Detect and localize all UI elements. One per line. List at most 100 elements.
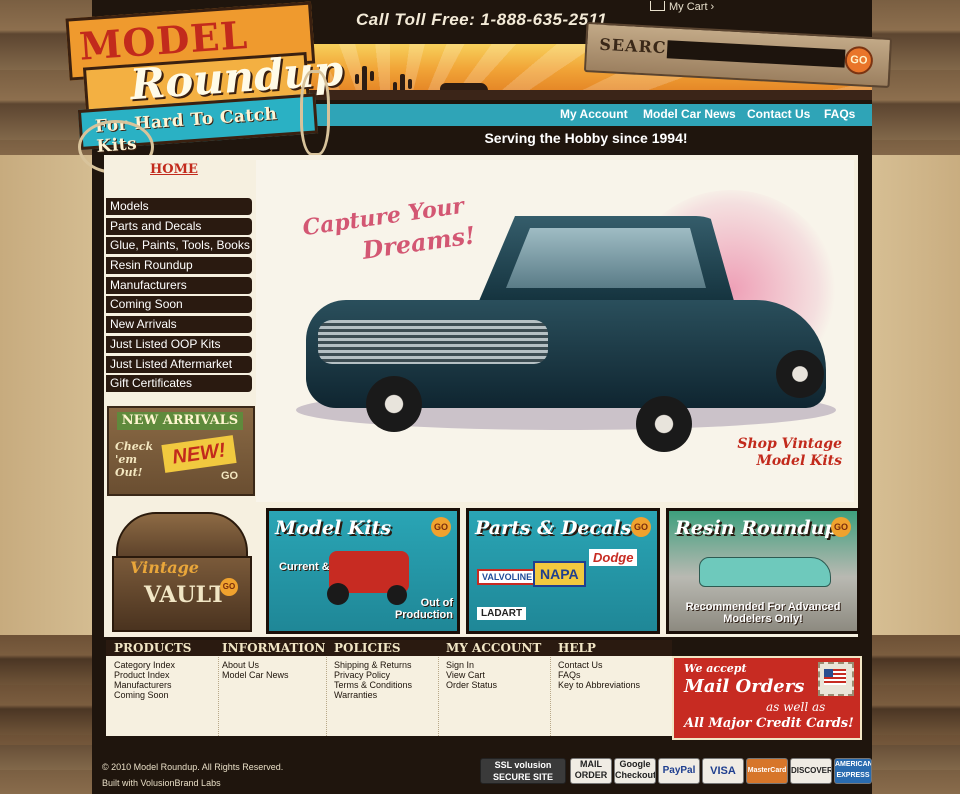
footer-link[interactable]: Shipping & Returns (326, 660, 438, 670)
brand-ladart: LADART (477, 607, 527, 620)
cart-icon (650, 1, 665, 11)
copyright: © 2010 Model Roundup. All Rights Reserve… (102, 762, 284, 772)
footer-link[interactable]: Order Status (438, 680, 550, 690)
wheel-icon (366, 376, 422, 432)
amex-badge: AMERICAN EXPRESS (834, 758, 872, 784)
sidebar-item-parts-decals[interactable]: Parts and Decals (106, 217, 252, 235)
footer-link[interactable]: Category Index (106, 660, 218, 670)
brand-dodge: Dodge (589, 549, 638, 566)
shop-vintage-link[interactable]: Shop Vintage Model Kits (726, 436, 842, 470)
hero-banner[interactable]: Capture Your Dreams! Shop Vintage Model … (256, 160, 854, 502)
cactus-icon (355, 66, 374, 92)
footer-col-help: HELP Contact Us FAQs Key to Abbreviation… (550, 640, 672, 736)
new-arrivals-check: Check 'em Out! (115, 440, 154, 479)
footer-link[interactable]: Key to Abbreviations (550, 680, 672, 690)
footer-col-products: PRODUCTS Category Index Product Index Ma… (106, 640, 219, 736)
mastercard-badge: MasterCard (746, 758, 788, 784)
footer-heading: HELP (550, 640, 672, 656)
model-kits-go-badge: GO (431, 517, 451, 537)
resin-sub: Recommended For Advanced Modelers Only! (685, 601, 841, 625)
new-arrivals-title: NEW ARRIVALS (117, 412, 243, 430)
sidebar-item-gift-certificates[interactable]: Gift Certificates (106, 375, 252, 393)
top-nav: My Account Model Car News Contact Us FAQ… (300, 104, 872, 126)
tagline: Serving the Hobby since 1994! (484, 130, 688, 146)
sidebar-item-coming-soon[interactable]: Coming Soon (106, 296, 252, 314)
new-badge: NEW! (161, 435, 237, 473)
sidebar-item-oop-kits[interactable]: Just Listed OOP Kits (106, 335, 252, 353)
footer-heading: INFORMATION (214, 640, 326, 656)
vintage-vault-tile[interactable]: Vintage VAULT GO (112, 512, 252, 632)
nav-my-account[interactable]: My Account (560, 107, 628, 121)
vault-label-2: VAULT (144, 582, 226, 608)
sidebar-item-resin-roundup[interactable]: Resin Roundup (106, 257, 252, 275)
brand-valvoline: VALVOLINE (477, 569, 538, 585)
footer-links: PRODUCTS Category Index Product Index Ma… (106, 640, 672, 736)
model-kits-sub2: Out of Production (394, 597, 453, 621)
car-grille (318, 320, 548, 364)
footer-link[interactable]: Contact Us (550, 660, 672, 670)
mail-line1: We accept (684, 662, 747, 675)
sidebar-item-new-arrivals[interactable]: New Arrivals (106, 316, 252, 334)
sidebar-item-glue-paints[interactable]: Glue, Paints, Tools, Books (106, 237, 252, 255)
new-arrivals-banner[interactable]: NEW ARRIVALS Check 'em Out! NEW! GO (107, 406, 255, 496)
footer-link[interactable]: FAQs (550, 670, 672, 680)
mail-line2: Mail Orders (684, 676, 805, 697)
footer-heading: PRODUCTS (106, 640, 218, 656)
resin-roundup-title: Resin Roundup (675, 517, 838, 539)
model-kits-sub1: Current & (279, 561, 330, 573)
discover-badge: DISCOVER (790, 758, 832, 784)
built-with-link[interactable]: Built with VolusionBrand Labs (102, 778, 221, 788)
wheel-icon (636, 396, 692, 452)
footer-link[interactable]: Coming Soon (106, 690, 218, 700)
resin-go-badge: GO (831, 517, 851, 537)
footer-heading: MY ACCOUNT (438, 640, 550, 656)
footer-link[interactable]: View Cart (438, 670, 550, 680)
model-kits-title: Model Kits (275, 517, 392, 539)
parts-go-badge: GO (631, 517, 651, 537)
footer-link[interactable]: Sign In (438, 660, 550, 670)
nav-model-car-news[interactable]: Model Car News (643, 107, 736, 121)
footer-link[interactable]: Privacy Policy (326, 670, 438, 680)
resin-car-image (699, 557, 831, 587)
rope-decoration (300, 70, 330, 156)
model-kits-tile[interactable]: Model Kits GO Current & Out of Productio… (266, 508, 460, 634)
wheel-icon (327, 583, 349, 605)
search-go-button[interactable]: GO (844, 45, 874, 76)
mail-line3: as well as (766, 700, 826, 714)
flag-stamp-icon (818, 662, 854, 696)
visa-badge: VISA (702, 758, 744, 784)
nav-faqs[interactable]: FAQs (824, 107, 855, 121)
footer-heading: POLICIES (326, 640, 438, 656)
parts-decals-title: Parts & Decals (475, 517, 632, 539)
footer-link[interactable]: Warranties (326, 690, 438, 700)
sidebar-item-models[interactable]: Models (106, 198, 252, 215)
nav-contact-us[interactable]: Contact Us (747, 107, 810, 121)
my-cart-link[interactable]: My Cart › (650, 1, 714, 13)
google-checkout-badge: Google Checkout (614, 758, 656, 784)
footer-col-my-account: MY ACCOUNT Sign In View Cart Order Statu… (438, 640, 551, 736)
search-input[interactable] (666, 40, 846, 68)
mail-line4: All Major Credit Cards! (684, 716, 854, 731)
sidebar-item-manufacturers[interactable]: Manufacturers (106, 276, 252, 294)
car-windshield (506, 228, 706, 288)
sidebar-item-aftermarket[interactable]: Just Listed Aftermarket (106, 355, 252, 373)
footer-link[interactable]: Terms & Conditions (326, 680, 438, 690)
parts-decals-tile[interactable]: Parts & Decals GO VALVOLINE NAPA Dodge L… (466, 508, 660, 634)
volusion-secure-badge: SSL volusion SECURE SITE (480, 758, 566, 784)
footer-link[interactable]: Manufacturers (106, 680, 218, 690)
breadcrumb-home[interactable]: HOME (150, 162, 198, 177)
vault-label-1: Vintage (130, 558, 199, 577)
cart-label: My Cart (669, 1, 708, 13)
resin-roundup-tile[interactable]: Resin Roundup GO Recommended For Advance… (666, 508, 860, 634)
footer-col-policies: POLICIES Shipping & Returns Privacy Poli… (326, 640, 439, 736)
mail-orders-banner: We accept Mail Orders as well as All Maj… (672, 656, 862, 740)
footer-link[interactable]: About Us (214, 660, 326, 670)
wheel-icon (776, 350, 824, 398)
new-arrivals-go: GO (221, 470, 239, 482)
toll-free-number: Call Toll Free: 1-888-635-2511 (356, 10, 608, 29)
footer-col-information: INFORMATION About Us Model Car News (214, 640, 327, 736)
footer-link[interactable]: Model Car News (214, 670, 326, 680)
sidebar: Models Parts and Decals Glue, Paints, To… (106, 198, 252, 395)
brand-napa: NAPA (533, 561, 586, 587)
footer-link[interactable]: Product Index (106, 670, 218, 680)
